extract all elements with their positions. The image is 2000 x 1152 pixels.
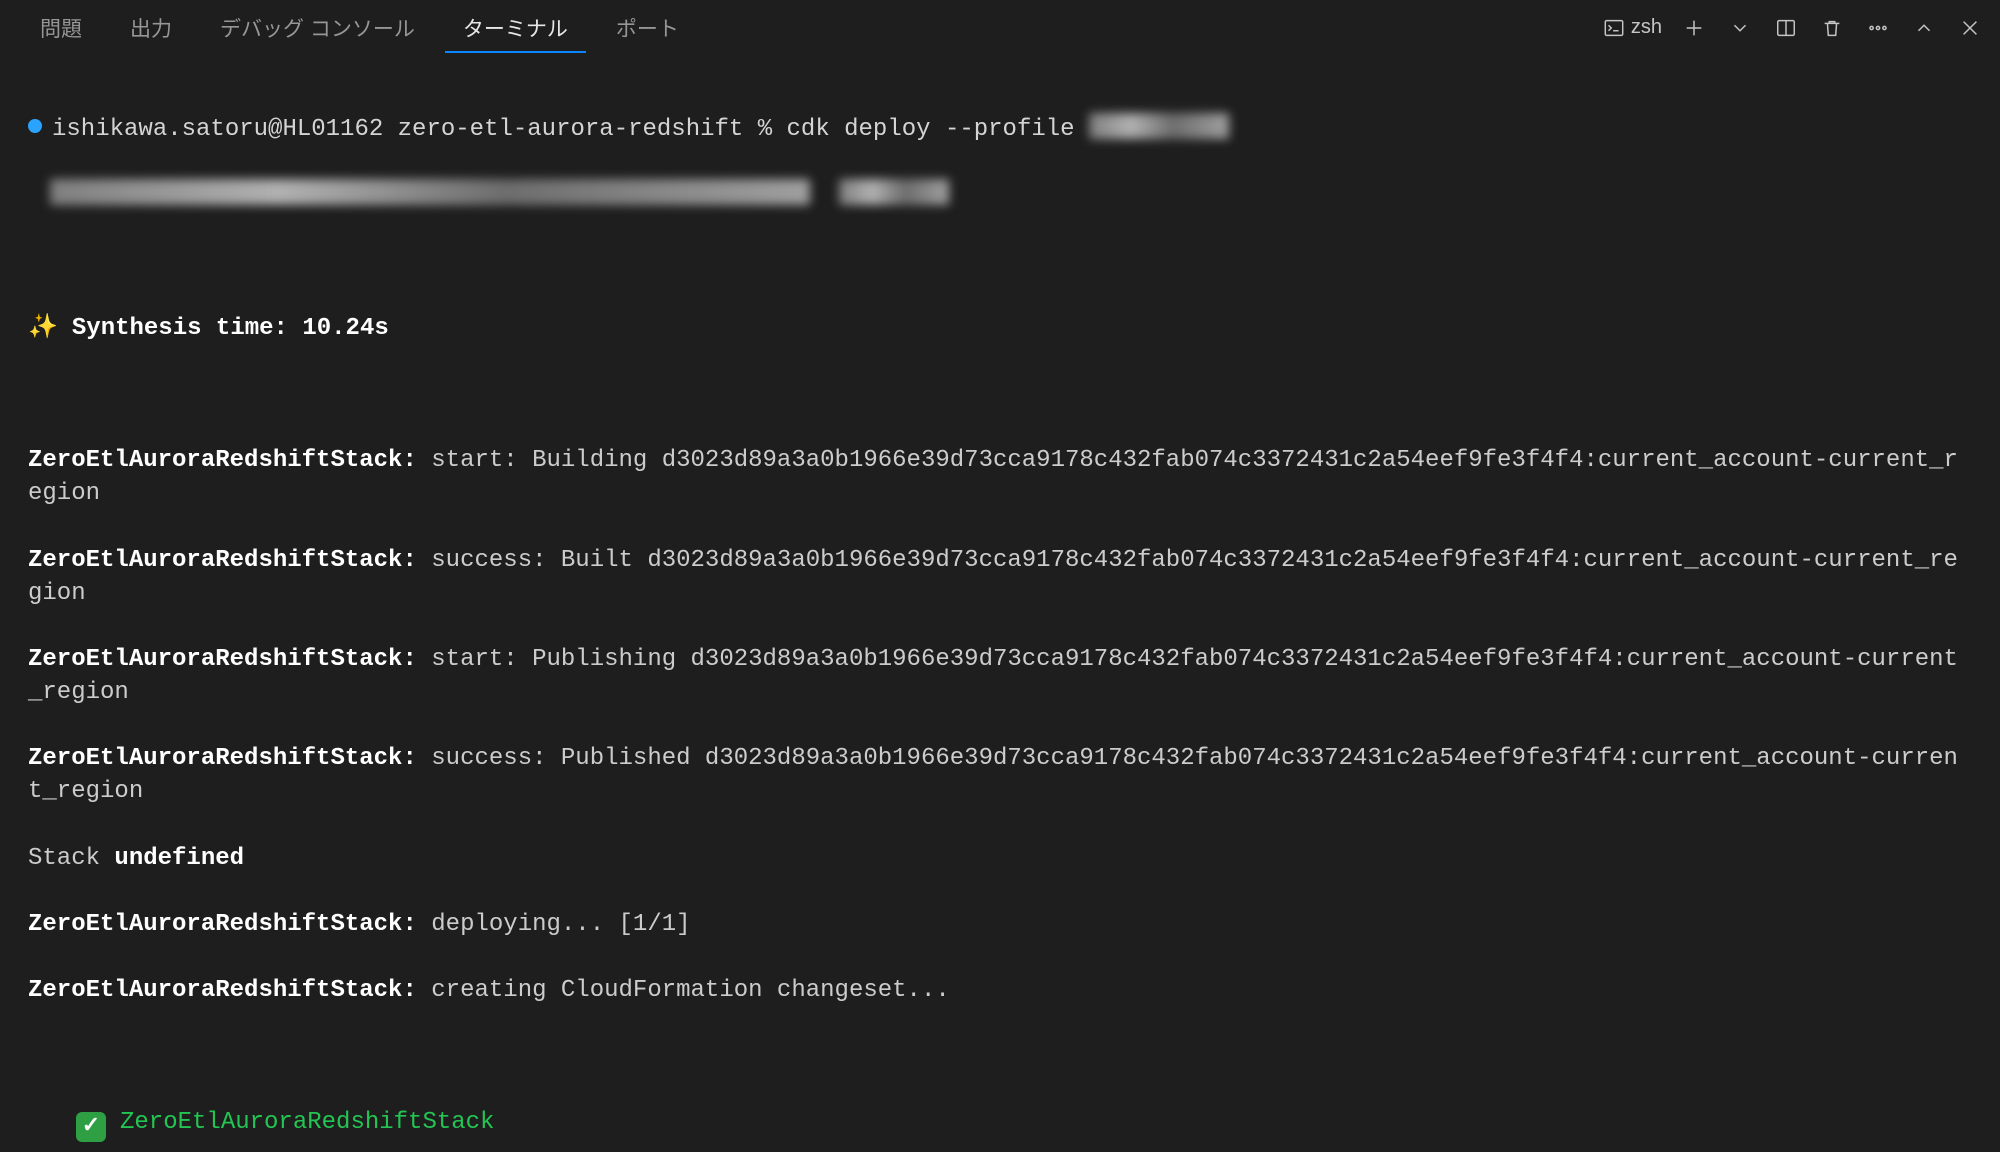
tab-problems[interactable]: 問題 <box>16 0 106 57</box>
plus-icon <box>1683 17 1705 39</box>
tab-ports[interactable]: ポート <box>592 0 703 57</box>
stack-label: ZeroEtlAuroraRedshiftStack: <box>28 977 417 1004</box>
build-success-line: ZeroEtlAuroraRedshiftStack: success: Bui… <box>28 544 1972 610</box>
terminal-output[interactable]: ishikawa.satoru@HL01162 zero-etl-aurora-… <box>0 56 2000 1152</box>
chevron-down-icon <box>1729 17 1751 39</box>
stack-label: ZeroEtlAuroraRedshiftStack: <box>28 911 417 938</box>
kill-terminal-button[interactable] <box>1818 14 1846 42</box>
panel-tabs: 問題 出力 デバッグ コンソール ターミナル ポート <box>16 0 703 57</box>
tab-debug-console[interactable]: デバッグ コンソール <box>196 0 439 57</box>
redacted-block-1 <box>50 179 810 205</box>
deploying-line: ZeroEtlAuroraRedshiftStack: deploying...… <box>28 908 1972 941</box>
prompt-line: ishikawa.satoru@HL01162 zero-etl-aurora-… <box>28 113 1972 146</box>
stack-undef: undefined <box>114 845 244 872</box>
sparkle-icon: ✨ <box>28 315 58 342</box>
chevron-up-icon <box>1913 17 1935 39</box>
stack-label: ZeroEtlAuroraRedshiftStack: <box>28 745 417 772</box>
tab-terminal[interactable]: ターミナル <box>439 0 592 57</box>
panel-header: 問題 出力 デバッグ コンソール ターミナル ポート zsh <box>0 0 2000 56</box>
active-shell[interactable]: zsh <box>1603 16 1662 39</box>
close-icon <box>1959 17 1981 39</box>
publish-start-line: ZeroEtlAuroraRedshiftStack: start: Publi… <box>28 643 1972 709</box>
terminal-icon <box>1603 17 1625 39</box>
split-icon <box>1775 17 1797 39</box>
stack-undefined-line: Stack undefined <box>28 842 1972 875</box>
redacted-line <box>28 179 1972 212</box>
close-panel-button[interactable] <box>1956 14 1984 42</box>
new-terminal-button[interactable] <box>1680 14 1708 42</box>
split-terminal-button[interactable] <box>1772 14 1800 42</box>
synthesis-line: ✨ Synthesis time: 10.24s <box>28 312 1972 345</box>
terminal-bullet-icon <box>28 119 42 133</box>
redacted-block-2 <box>839 179 949 205</box>
ellipsis-icon <box>1867 17 1889 39</box>
check-icon: ✓ <box>76 1112 106 1142</box>
stack-label: ZeroEtlAuroraRedshiftStack: <box>28 646 417 673</box>
terminal-toolbar: zsh <box>1603 14 1984 42</box>
stack-ok-text: ZeroEtlAuroraRedshiftStack <box>120 1109 494 1136</box>
stack-label: ZeroEtlAuroraRedshiftStack: <box>28 547 417 574</box>
shell-name: zsh <box>1631 16 1662 39</box>
prompt-text: ishikawa.satoru@HL01162 zero-etl-aurora-… <box>52 116 1089 143</box>
synthesis-text: Synthesis time: 10.24s <box>72 315 389 342</box>
build-start-line: ZeroEtlAuroraRedshiftStack: start: Build… <box>28 444 1972 510</box>
publish-success-line: ZeroEtlAuroraRedshiftStack: success: Pub… <box>28 742 1972 808</box>
more-actions-button[interactable] <box>1864 14 1892 42</box>
trash-icon <box>1821 17 1843 39</box>
redacted-profile <box>1089 113 1229 139</box>
changeset-text: creating CloudFormation changeset... <box>417 977 950 1004</box>
stack-undef-pre: Stack <box>28 845 114 872</box>
changeset-line: ZeroEtlAuroraRedshiftStack: creating Clo… <box>28 974 1972 1007</box>
stack-label: ZeroEtlAuroraRedshiftStack: <box>28 447 417 474</box>
stack-ok-line: ✓ ZeroEtlAuroraRedshiftStack <box>28 1106 1972 1142</box>
deploying-text: deploying... [1/1] <box>417 911 691 938</box>
tab-output[interactable]: 出力 <box>106 0 196 57</box>
maximize-panel-button[interactable] <box>1910 14 1938 42</box>
terminal-profile-chevron[interactable] <box>1726 14 1754 42</box>
